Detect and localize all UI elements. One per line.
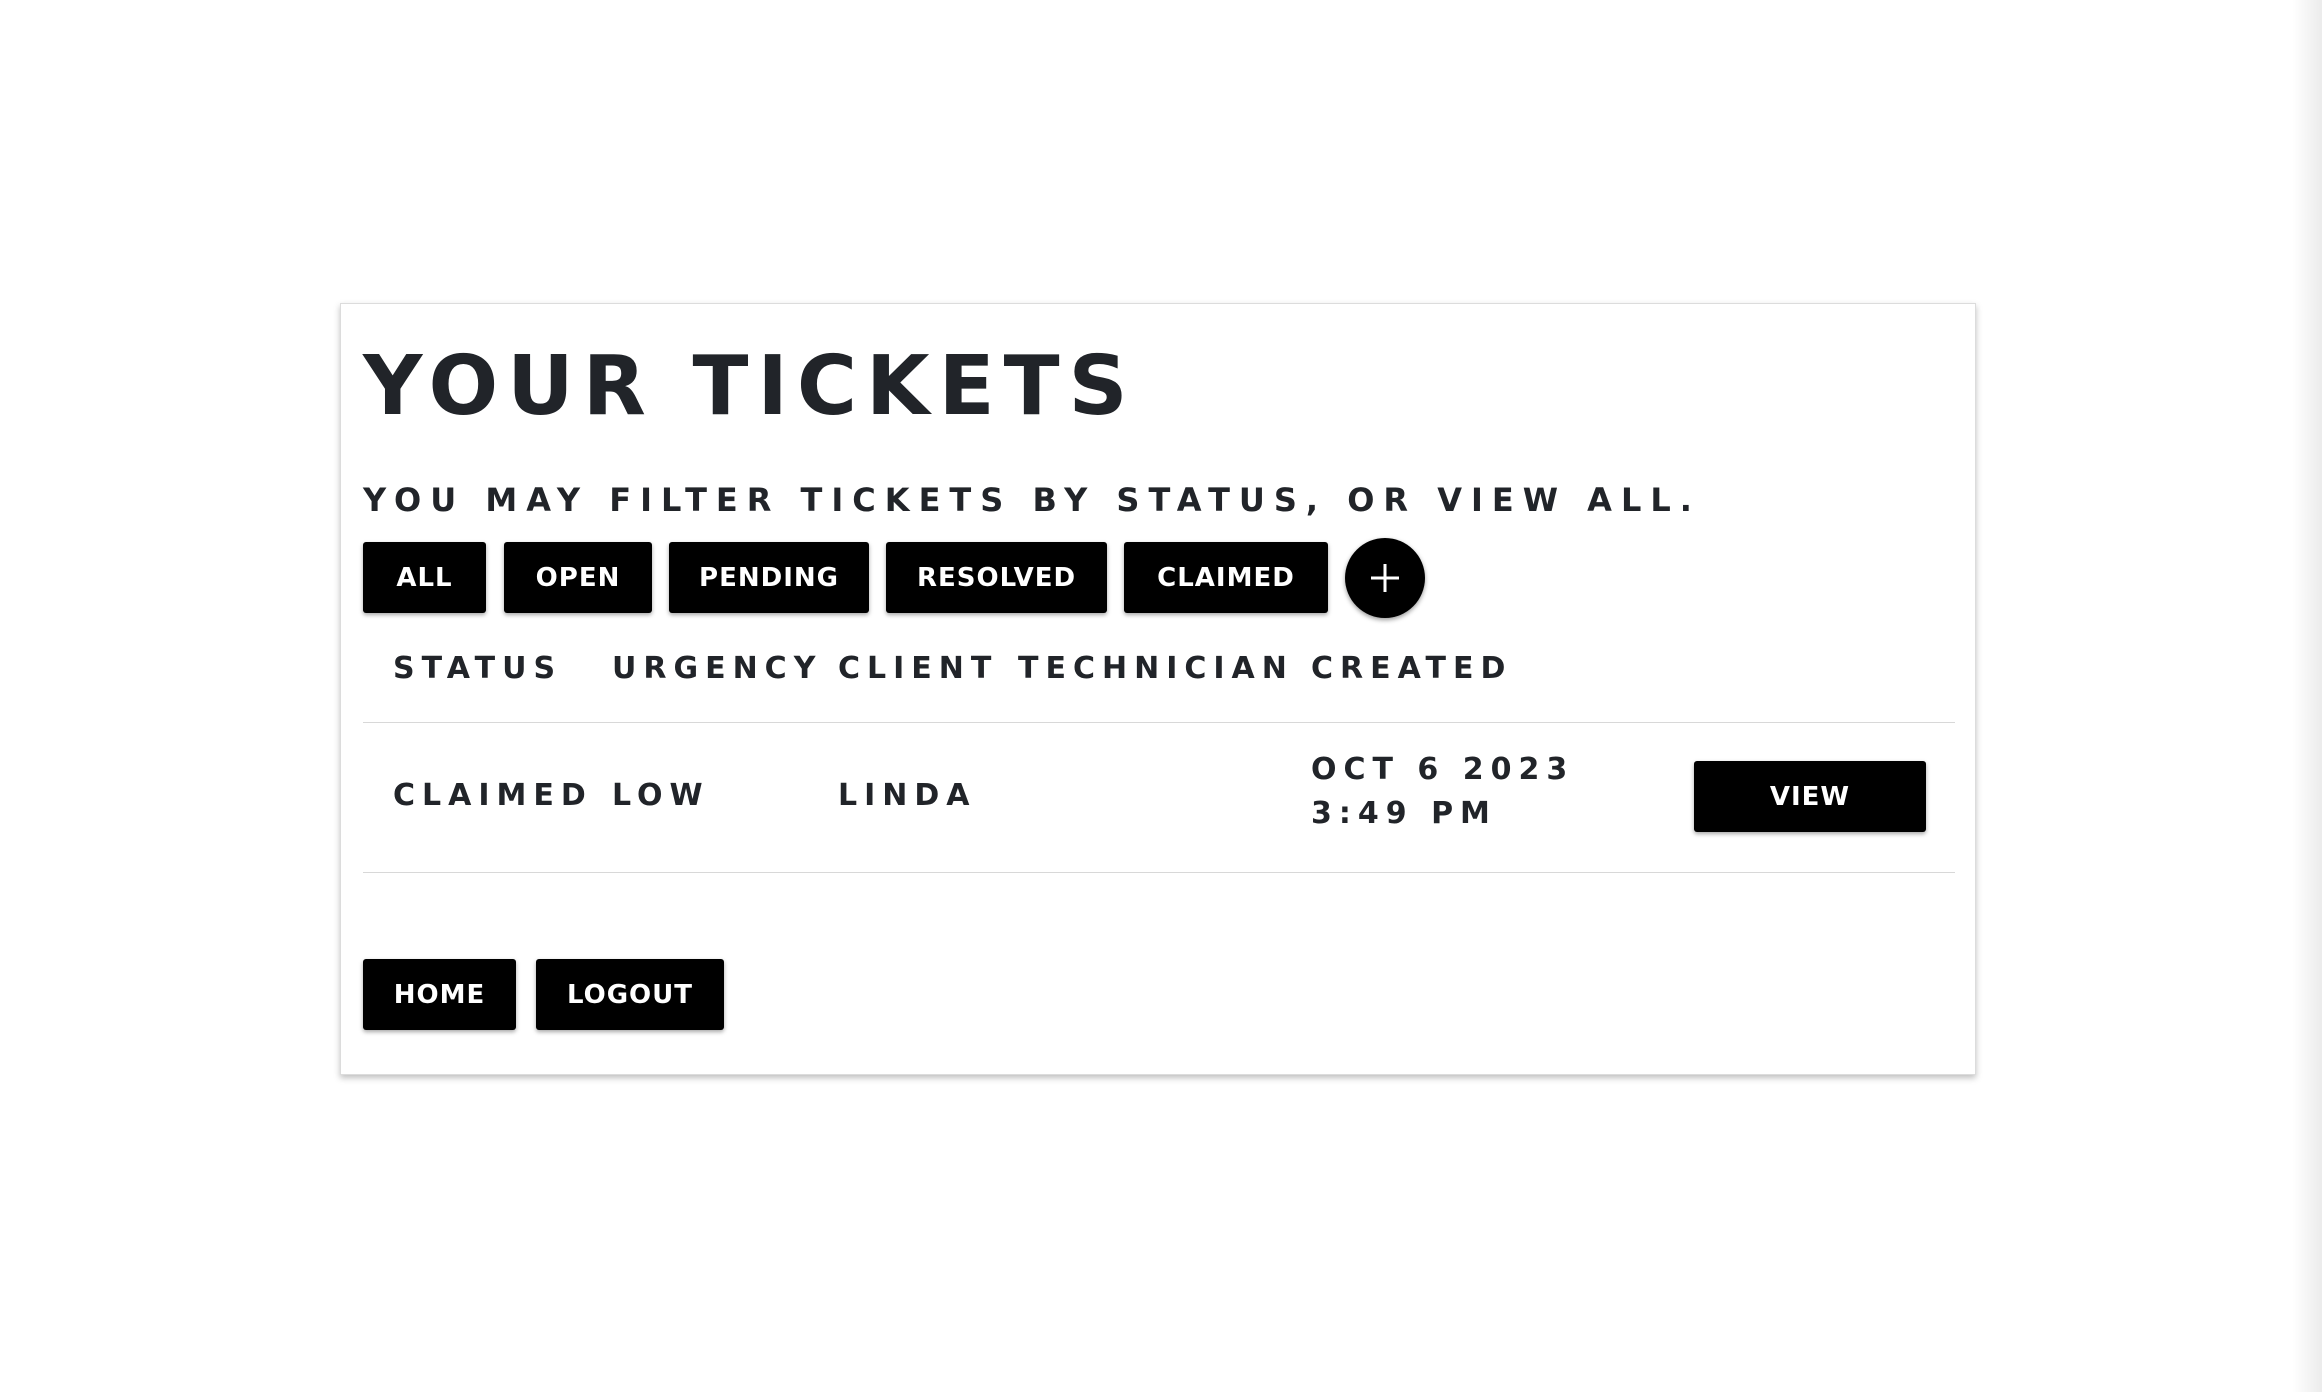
window-edge-shadow <box>2292 0 2322 1392</box>
header-technician: TECHNICIAN <box>1018 651 1294 686</box>
plus-icon <box>1371 564 1399 592</box>
row-urgency: LOW <box>612 778 710 813</box>
home-button[interactable]: HOME <box>363 959 516 1030</box>
page-title: YOUR TICKETS <box>363 339 1137 434</box>
table-divider <box>363 872 1955 873</box>
row-created: OCT 6 2023 3:49 PM <box>1311 752 1575 831</box>
table-divider <box>363 722 1955 723</box>
row-status: CLAIMED <box>393 778 593 813</box>
filter-open-button[interactable]: OPEN <box>504 542 652 613</box>
logout-button[interactable]: LOGOUT <box>536 959 724 1030</box>
tickets-card: YOUR TICKETS YOU MAY FILTER TICKETS BY S… <box>340 303 1976 1075</box>
header-created: CREATED <box>1311 651 1513 686</box>
header-status: STATUS <box>393 651 563 686</box>
header-urgency: URGENCY <box>612 651 823 686</box>
filter-resolved-button[interactable]: RESOLVED <box>886 542 1107 613</box>
view-ticket-button[interactable]: VIEW <box>1694 761 1926 832</box>
add-ticket-button[interactable] <box>1345 538 1425 618</box>
page-subtitle: YOU MAY FILTER TICKETS BY STATUS, OR VIE… <box>363 481 1701 519</box>
row-client: LINDA <box>838 778 977 813</box>
filter-claimed-button[interactable]: CLAIMED <box>1124 542 1328 613</box>
filter-pending-button[interactable]: PENDING <box>669 542 869 613</box>
filter-all-button[interactable]: ALL <box>363 542 486 613</box>
header-client: CLIENT <box>838 651 999 686</box>
